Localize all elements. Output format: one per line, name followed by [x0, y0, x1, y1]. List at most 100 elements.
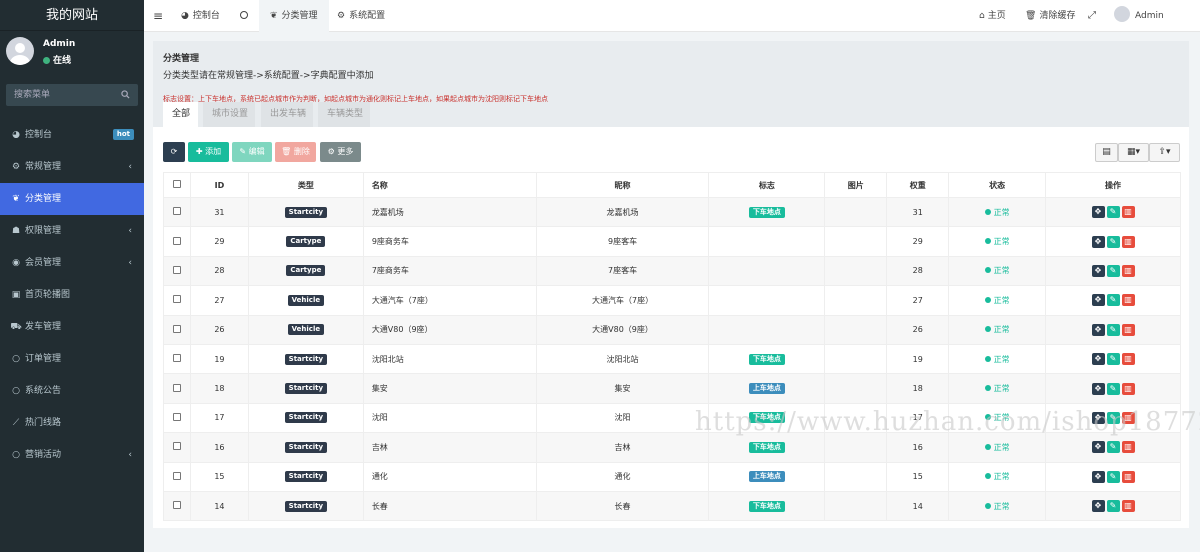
row-checkbox[interactable] [172, 471, 181, 480]
table-row[interactable]: 18 Startcity 集安 集安 上车地点 18 正常 ✥ ✎ ▥ [163, 373, 1181, 404]
table-row[interactable]: 26 Vehicle 大通V80（9座） 大通V80（9座） 26 正常 ✥ ✎ ▥ [163, 314, 1181, 345]
tab-category[interactable]: ❦ 分类管理 [259, 0, 329, 32]
col-name[interactable]: 名称 [362, 172, 537, 198]
drag-sort-button[interactable]: ✥ [1091, 382, 1105, 395]
col-flag[interactable]: 标志 [708, 172, 826, 198]
row-checkbox[interactable] [172, 383, 181, 392]
brand-logo[interactable]: 我的网站 [0, 0, 144, 31]
sidebar-item-10[interactable]: ○ 营销活动 ‹ [0, 439, 144, 471]
drag-sort-button[interactable]: ✥ [1091, 294, 1105, 307]
tab-all[interactable]: 全部 [163, 102, 198, 127]
home-link[interactable]: ⌂ 主页 [979, 0, 1006, 32]
flag-badge: 下车地点 [748, 441, 785, 453]
toggle-view-button[interactable]: ▤ [1095, 143, 1118, 162]
add-button[interactable]: ✚ 添加 [188, 142, 229, 162]
drag-sort-button[interactable]: ✥ [1091, 470, 1105, 483]
drag-sort-button[interactable]: ✥ [1091, 206, 1105, 219]
table-row[interactable]: 31 Startcity 龙嘉机场 龙嘉机场 下车地点 31 正常 ✥ ✎ ▥ [163, 196, 1181, 228]
search-input[interactable] [6, 84, 138, 106]
user-menu[interactable]: Admin [1114, 0, 1164, 32]
row-checkbox[interactable] [172, 236, 181, 245]
row-delete-button[interactable]: ▥ [1121, 294, 1135, 307]
row-delete-button[interactable]: ▥ [1121, 264, 1135, 277]
row-checkbox[interactable] [172, 324, 181, 333]
sidebar-item-2[interactable]: ❦ 分类管理 [0, 183, 144, 215]
flag-badge: 下车地点 [748, 206, 785, 218]
select-all-checkbox[interactable] [172, 180, 181, 188]
sidebar-item-8[interactable]: ○ 系统公告 [0, 375, 144, 407]
row-checkbox[interactable] [172, 412, 181, 421]
drag-sort-button[interactable]: ✥ [1091, 323, 1105, 336]
sidebar-item-4[interactable]: ◉ 会员管理 ‹ [0, 247, 144, 279]
delete-button[interactable]: 🗑 删除 [275, 142, 316, 162]
row-delete-button[interactable]: ▥ [1121, 500, 1135, 513]
tab-departure[interactable]: 出发车辆 [261, 102, 313, 127]
row-edit-button[interactable]: ✎ [1106, 441, 1120, 454]
row-checkbox[interactable] [172, 354, 181, 363]
edit-button[interactable]: ✎ 编辑 [232, 142, 272, 162]
export-button[interactable]: ⇪▾ [1149, 143, 1180, 162]
col-image[interactable]: 图片 [824, 172, 888, 198]
row-edit-button[interactable]: ✎ [1106, 235, 1120, 248]
col-type[interactable]: 类型 [247, 172, 364, 198]
tab-dashboard[interactable]: ◕ 控制台 [181, 0, 220, 32]
table-row[interactable]: 29 Cartype 9座商务车 9座客车 29 正常 ✥ ✎ ▥ [163, 226, 1181, 257]
sidebar-item-9[interactable]: ⟋ 热门线路 [0, 407, 144, 439]
row-edit-button[interactable]: ✎ [1106, 382, 1120, 395]
col-nick[interactable]: 昵称 [535, 172, 710, 198]
table-row[interactable]: 19 Startcity 沈阳北站 沈阳北站 下车地点 19 正常 ✥ ✎ ▥ [163, 343, 1181, 375]
row-checkbox[interactable] [172, 442, 181, 451]
refresh-circle-icon[interactable] [240, 0, 248, 32]
row-edit-button[interactable]: ✎ [1106, 264, 1120, 277]
row-edit-button[interactable]: ✎ [1106, 294, 1120, 307]
more-button[interactable]: ⚙ 更多 [320, 142, 361, 162]
row-delete-button[interactable]: ▥ [1121, 470, 1135, 483]
row-delete-button[interactable]: ▥ [1121, 353, 1135, 366]
drag-sort-button[interactable]: ✥ [1091, 441, 1105, 454]
drag-sort-button[interactable]: ✥ [1091, 264, 1105, 277]
row-checkbox[interactable] [172, 265, 181, 274]
row-delete-button[interactable]: ▥ [1121, 235, 1135, 248]
cell-nick: 大通汽车（7座） [535, 285, 710, 316]
sidebar-item-5[interactable]: ▣ 首页轮播图 [0, 279, 144, 311]
col-weight[interactable]: 权重 [886, 172, 950, 198]
table-row[interactable]: 14 Startcity 长春 长春 下车地点 14 正常 ✥ ✎ ▥ [163, 490, 1181, 522]
row-edit-button[interactable]: ✎ [1106, 353, 1120, 366]
row-edit-button[interactable]: ✎ [1106, 500, 1120, 513]
hamburger-icon[interactable]: ≡ [153, 0, 163, 32]
refresh-button[interactable]: ⟳ [163, 142, 185, 162]
tab-vehicle-type[interactable]: 车辆类型 [318, 102, 370, 127]
fullscreen-icon[interactable]: ⤢ [1088, 0, 1096, 32]
more-label: 更多 [337, 147, 354, 156]
drag-sort-button[interactable]: ✥ [1091, 500, 1105, 513]
sidebar-item-7[interactable]: ○ 订单管理 [0, 343, 144, 375]
table-row[interactable]: 15 Startcity 通化 通化 上车地点 15 正常 ✥ ✎ ▥ [163, 461, 1181, 492]
drag-sort-button[interactable]: ✥ [1091, 353, 1105, 366]
sidebar-item-0[interactable]: ◕ 控制台 hot [0, 119, 144, 151]
table-row[interactable]: 27 Vehicle 大通汽车（7座） 大通汽车（7座） 27 正常 ✥ ✎ ▥ [163, 285, 1181, 316]
search-icon[interactable] [121, 90, 130, 99]
row-edit-button[interactable]: ✎ [1106, 470, 1120, 483]
row-delete-button[interactable]: ▥ [1121, 441, 1135, 454]
columns-button[interactable]: ▦▾ [1118, 143, 1149, 162]
col-id[interactable]: ID [189, 172, 249, 198]
sidebar-item-1[interactable]: ⚙ 常规管理 ‹ [0, 151, 144, 183]
row-checkbox[interactable] [172, 501, 181, 510]
row-edit-button[interactable]: ✎ [1106, 323, 1120, 336]
table-row[interactable]: 16 Startcity 吉林 吉林 下车地点 16 正常 ✥ ✎ ▥ [163, 432, 1181, 463]
row-delete-button[interactable]: ▥ [1121, 382, 1135, 395]
table-row[interactable]: 28 Cartype 7座商务车 7座客车 28 正常 ✥ ✎ ▥ [163, 255, 1181, 287]
row-delete-button[interactable]: ▥ [1121, 206, 1135, 219]
row-checkbox[interactable] [172, 207, 181, 216]
row-delete-button[interactable]: ▥ [1121, 323, 1135, 336]
row-checkbox[interactable] [172, 295, 181, 304]
sidebar-item-6[interactable]: ⛟ 发车管理 [0, 311, 144, 343]
col-status[interactable]: 状态 [948, 172, 1047, 198]
clear-cache-button[interactable]: 🗑 清除缓存 [1025, 0, 1075, 32]
drag-sort-button[interactable]: ✥ [1091, 235, 1105, 248]
tab-city[interactable]: 城市设置 [203, 102, 255, 127]
sidebar-item-3[interactable]: ☗ 权限管理 ‹ [0, 215, 144, 247]
status-label: 正常 [993, 501, 1010, 511]
tab-config[interactable]: ⚙ 系统配置 [337, 0, 385, 32]
row-edit-button[interactable]: ✎ [1106, 206, 1120, 219]
